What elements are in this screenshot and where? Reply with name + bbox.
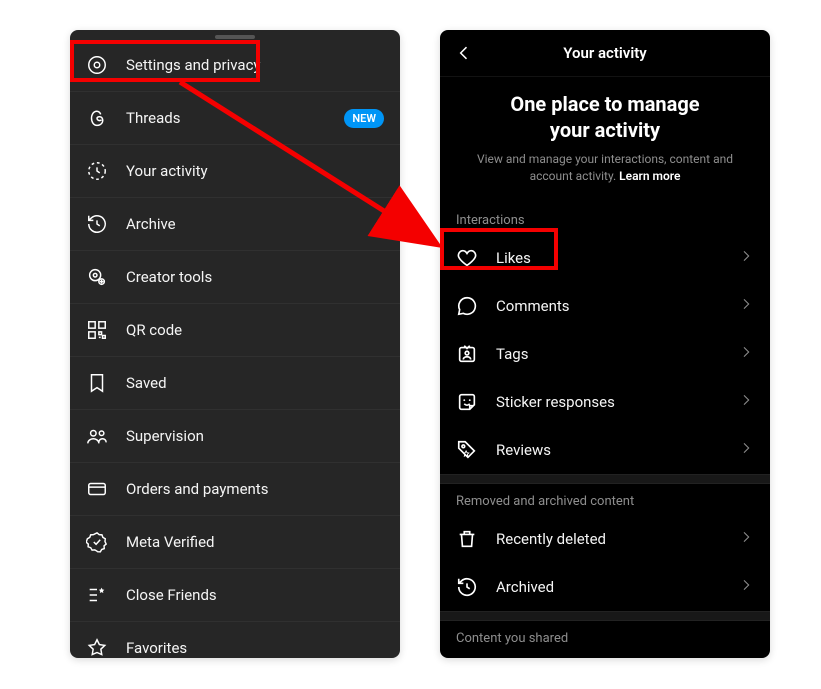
menu-item-label: Saved bbox=[126, 374, 384, 392]
menu-item-label: Favorites bbox=[126, 639, 384, 657]
hero-title: One place to manage your activity bbox=[470, 91, 740, 143]
menu-item-threads[interactable]: Threads NEW bbox=[70, 92, 400, 145]
close-friends-list-icon bbox=[86, 584, 108, 606]
activity-item-sticker-responses[interactable]: Sticker responses bbox=[440, 378, 770, 426]
chevron-right-icon bbox=[738, 296, 754, 316]
heart-icon bbox=[456, 247, 478, 269]
qr-code-icon bbox=[86, 319, 108, 341]
menu-item-label: Your activity bbox=[126, 162, 384, 180]
back-button[interactable] bbox=[452, 41, 476, 65]
activity-item-label: Comments bbox=[496, 297, 720, 315]
activity-item-archived[interactable]: Archived bbox=[440, 563, 770, 611]
activity-header: Your activity bbox=[440, 30, 770, 77]
chevron-right-icon bbox=[738, 577, 754, 597]
activity-item-label: Sticker responses bbox=[496, 393, 720, 411]
section-divider bbox=[440, 474, 770, 484]
activity-item-reviews[interactable]: Reviews bbox=[440, 426, 770, 474]
menu-item-label: Orders and payments bbox=[126, 480, 384, 498]
menu-item-label: Threads bbox=[126, 109, 326, 127]
chevron-right-icon bbox=[738, 529, 754, 549]
tutorial-canvas: Settings and privacy Threads NEW Your ac… bbox=[0, 0, 821, 689]
menu-item-supervision[interactable]: Supervision bbox=[70, 410, 400, 463]
archive-clock-icon bbox=[86, 213, 108, 235]
chevron-right-icon bbox=[738, 248, 754, 268]
menu-item-saved[interactable]: Saved bbox=[70, 357, 400, 410]
star-icon bbox=[86, 637, 108, 658]
menu-item-your-activity[interactable]: Your activity bbox=[70, 145, 400, 198]
section-title-removed: Removed and archived content bbox=[440, 484, 770, 515]
menu-item-orders-and-payments[interactable]: Orders and payments bbox=[70, 463, 400, 516]
review-tag-icon bbox=[456, 439, 478, 461]
hero-subtitle: View and manage your interactions, conte… bbox=[470, 151, 740, 185]
menu-item-label: Creator tools bbox=[126, 268, 384, 286]
activity-item-label: Likes bbox=[496, 249, 720, 267]
chevron-right-icon bbox=[738, 440, 754, 460]
settings-menu-panel: Settings and privacy Threads NEW Your ac… bbox=[70, 30, 400, 658]
tag-person-icon bbox=[456, 343, 478, 365]
bookmark-icon bbox=[86, 372, 108, 394]
menu-item-label: Meta Verified bbox=[126, 533, 384, 551]
activity-item-label: Tags bbox=[496, 345, 720, 363]
activity-item-recently-deleted[interactable]: Recently deleted bbox=[440, 515, 770, 563]
menu-item-label: Archive bbox=[126, 215, 384, 233]
section-divider bbox=[440, 611, 770, 621]
hero-title-line: your activity bbox=[550, 118, 660, 142]
activity-item-label: Recently deleted bbox=[496, 530, 720, 548]
supervision-people-icon bbox=[86, 425, 108, 447]
section-title-shared: Content you shared bbox=[440, 621, 770, 652]
chevron-right-icon bbox=[738, 392, 754, 412]
sticker-smile-icon bbox=[456, 391, 478, 413]
activity-item-label: Reviews bbox=[496, 441, 720, 459]
trash-icon bbox=[456, 528, 478, 550]
activity-item-likes[interactable]: Likes bbox=[440, 234, 770, 282]
menu-item-label: Close Friends bbox=[126, 586, 384, 604]
header-title: Your activity bbox=[440, 44, 770, 62]
archive-clock-icon bbox=[456, 576, 478, 598]
activity-item-label: Archived bbox=[496, 578, 720, 596]
section-title-interactions: Interactions bbox=[440, 203, 770, 234]
hero-sub-text: View and manage your interactions, conte… bbox=[477, 152, 733, 183]
menu-item-label: Supervision bbox=[126, 427, 384, 445]
activity-clock-icon bbox=[86, 160, 108, 182]
creator-eye-icon bbox=[86, 266, 108, 288]
activity-item-comments[interactable]: Comments bbox=[440, 282, 770, 330]
menu-item-label: QR code bbox=[126, 321, 384, 339]
verified-badge-icon bbox=[86, 531, 108, 553]
menu-item-meta-verified[interactable]: Meta Verified bbox=[70, 516, 400, 569]
menu-item-favorites[interactable]: Favorites bbox=[70, 622, 400, 658]
comment-bubble-icon bbox=[456, 295, 478, 317]
threads-icon bbox=[86, 107, 108, 129]
menu-item-settings-and-privacy[interactable]: Settings and privacy bbox=[70, 39, 400, 92]
menu-item-close-friends[interactable]: Close Friends bbox=[70, 569, 400, 622]
activity-item-tags[interactable]: Tags bbox=[440, 330, 770, 378]
learn-more-link[interactable]: Learn more bbox=[619, 169, 680, 183]
activity-hero: One place to manage your activity View a… bbox=[440, 77, 770, 203]
menu-item-qr-code[interactable]: QR code bbox=[70, 304, 400, 357]
hero-title-line: One place to manage bbox=[510, 92, 699, 116]
new-badge: NEW bbox=[344, 109, 384, 128]
chevron-right-icon bbox=[738, 344, 754, 364]
menu-item-creator-tools[interactable]: Creator tools bbox=[70, 251, 400, 304]
menu-item-archive[interactable]: Archive bbox=[70, 198, 400, 251]
activity-item-posts[interactable]: Posts bbox=[440, 652, 770, 658]
credit-card-icon bbox=[86, 478, 108, 500]
your-activity-panel: Your activity One place to manage your a… bbox=[440, 30, 770, 658]
menu-item-label: Settings and privacy bbox=[126, 56, 384, 74]
settings-gear-icon bbox=[86, 54, 108, 76]
